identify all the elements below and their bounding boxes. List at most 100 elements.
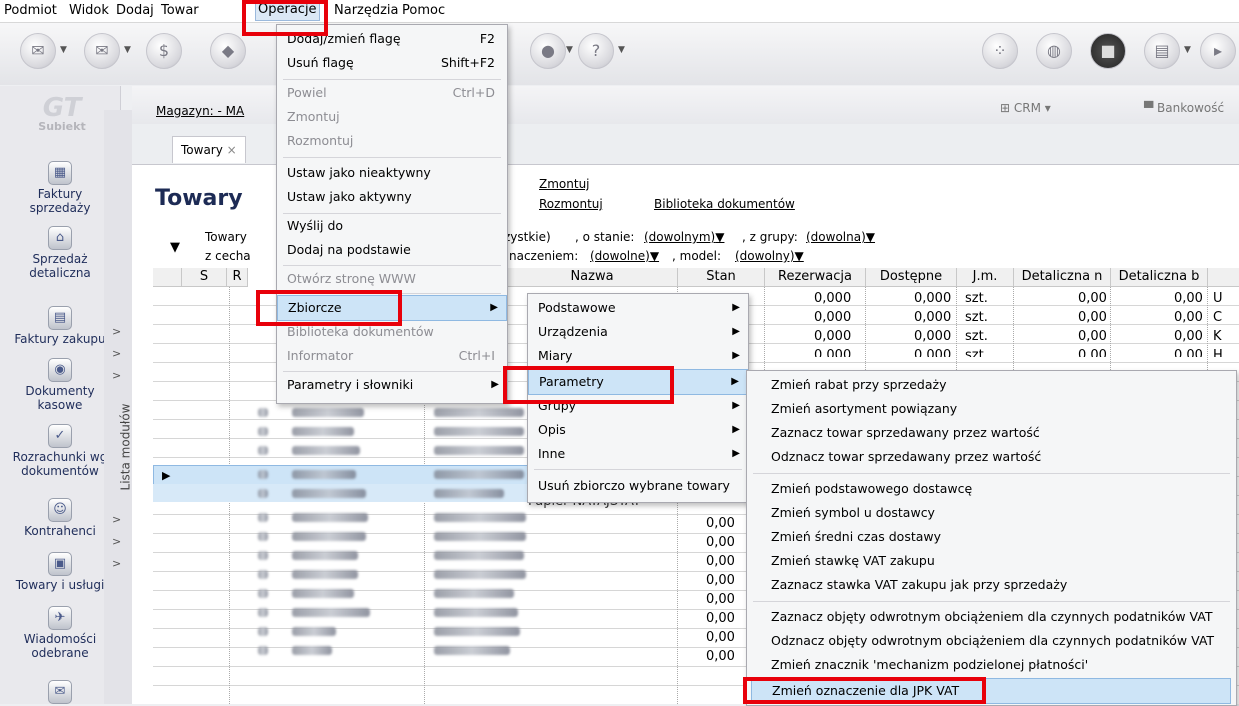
filter-grupa-value[interactable]: (dowolna)▼	[806, 230, 875, 244]
menu-operacje[interactable]: Operacje	[255, 1, 320, 21]
menu-item-zmontuj[interactable]: Zmontuj	[277, 105, 507, 129]
filter-model-value[interactable]: (dowolny)▼	[735, 249, 804, 263]
menu-item-zmien-dostawce[interactable]: Zmień podstawowego dostawcę	[747, 477, 1236, 501]
close-tab-icon[interactable]: ×	[227, 143, 237, 157]
menu-pomoc[interactable]: Pomoc	[402, 3, 445, 18]
filter-all-value[interactable]: zystkie)	[504, 230, 551, 244]
menu-item-usun-flage[interactable]: Usuń flagę Shift+F2	[277, 51, 507, 75]
menu-item-zaznacz-vat-zakupu[interactable]: Zaznacz stawka VAT zakupu jak przy sprze…	[747, 573, 1236, 597]
table-row[interactable]: 0,000 0,000 szt. 0,00 0,00 C	[760, 309, 1239, 326]
box-icon[interactable]: ■	[1090, 33, 1126, 69]
menu-item-grupy[interactable]: Grupy ▶	[528, 394, 748, 418]
menu-item-zbiorcze[interactable]: Zbiorcze ▶	[277, 295, 507, 321]
menu-item-zaznacz-wartosc[interactable]: Zaznacz towar sprzedawany przez wartość	[747, 421, 1236, 445]
col-r[interactable]: R	[227, 268, 248, 287]
nav-faktury-zakupu[interactable]: ▤ Faktury zakupu	[0, 306, 120, 346]
filter-stan-value[interactable]: (dowolnym)▼	[644, 230, 724, 244]
zmontuj-link[interactable]: Zmontuj	[539, 177, 590, 191]
nav-towary-i-uslugi[interactable]: ▣ Towary i usługi	[0, 552, 120, 592]
table-row[interactable]	[230, 547, 530, 564]
nav-kontrahenci[interactable]: ☺ Kontrahenci	[0, 498, 120, 538]
menu-item-dodaj-flage[interactable]: Dodaj/zmień flagę F2	[277, 27, 507, 51]
table-row[interactable]	[230, 404, 530, 421]
menu-item-odznacz-wartosc[interactable]: Odznacz towar sprzedawany przez wartość	[747, 445, 1236, 469]
help-icon[interactable]: ?	[578, 33, 614, 69]
table-row[interactable]	[230, 485, 530, 502]
menu-podmiot[interactable]: Podmiot	[4, 3, 57, 18]
col-detaliczna-n[interactable]: Detaliczna n	[1014, 268, 1111, 287]
more-icon[interactable]: ▸	[1200, 33, 1236, 69]
menu-towar[interactable]: Towar	[161, 3, 199, 18]
menu-item-zaznacz-odwrotne[interactable]: Zaznacz objęty odwrotnym obciążeniem dla…	[747, 605, 1236, 629]
menu-item-parametry[interactable]: Parametry ▶	[528, 369, 748, 395]
table-row[interactable]: 0.000 0.000 szt. 0.00 0.00 H	[760, 347, 1239, 357]
menu-item-zmien-vat-zakupu[interactable]: Zmień stawkę VAT zakupu	[747, 549, 1236, 573]
menu-item-zmien-mpp[interactable]: Zmień znacznik 'mechanizm podzielonej pł…	[747, 653, 1236, 677]
menu-item-usun-zbiorczo[interactable]: Usuń zbiorczo wybrane towary	[528, 474, 748, 498]
menu-item-opis[interactable]: Opis ▶	[528, 418, 748, 442]
table-row[interactable]	[230, 423, 530, 440]
rozmontuj-link[interactable]: Rozmontuj	[539, 197, 603, 211]
table-row[interactable]	[230, 623, 530, 640]
warehouse-link[interactable]: Magazyn: - MA	[156, 104, 244, 118]
table-row[interactable]	[230, 442, 530, 459]
table-row[interactable]: 0,000 0,000 szt. 0,00 0,00 K	[760, 328, 1239, 345]
menu-narzedzia[interactable]: Narzędzia	[334, 3, 399, 18]
table-row[interactable]	[230, 585, 530, 602]
tag-icon[interactable]: ◆	[210, 33, 246, 69]
menu-item-zmien-rabat[interactable]: Zmień rabat przy sprzedaży	[747, 373, 1236, 397]
nav-faktury-sprzedazy[interactable]: ▦ Faktury sprzedaży	[0, 161, 120, 215]
menu-item-zmien-czas-dostawy[interactable]: Zmień średni czas dostawy	[747, 525, 1236, 549]
menu-item-urzadzenia[interactable]: Urządzenia ▶	[528, 320, 748, 344]
menu-item-podstawowe[interactable]: Podstawowe ▶	[528, 296, 748, 320]
table-row[interactable]	[230, 528, 530, 545]
table-row[interactable]	[230, 466, 530, 483]
col-extra[interactable]	[1208, 268, 1239, 287]
printer-icon[interactable]: ▤	[1144, 33, 1180, 69]
bank-button[interactable]: ▀ Bankowość	[1144, 101, 1224, 115]
menu-item-zmien-symbol[interactable]: Zmień symbol u dostawcy	[747, 501, 1236, 525]
menu-item-aktywny[interactable]: Ustaw jako aktywny	[277, 185, 507, 209]
tab-towary[interactable]: Towary ×	[172, 136, 246, 163]
col-rezerwacja[interactable]: Rezerwacja	[765, 268, 866, 287]
menu-item-dodaj-na-podstawie[interactable]: Dodaj na podstawie	[277, 238, 507, 262]
nav-sprzedaz-detaliczna[interactable]: ⌂ Sprzedaż detaliczna	[0, 226, 120, 280]
table-row[interactable]	[230, 509, 530, 526]
table-row[interactable]: 0,000 0,000 szt. 0,00 0,00 U	[760, 290, 1239, 307]
menu-item-powiel[interactable]: Powiel Ctrl+D	[277, 81, 507, 105]
menu-item-rozmontuj[interactable]: Rozmontuj	[277, 129, 507, 153]
col-indicator[interactable]	[153, 268, 182, 287]
nav-dokumenty-kasowe[interactable]: ◉ Dokumenty kasowe	[0, 358, 120, 412]
menu-item-parametry-slowniki[interactable]: Parametry i słowniki ▶	[277, 373, 507, 397]
mail-icon[interactable]: ✉	[84, 33, 120, 69]
menu-widok[interactable]: Widok	[69, 3, 109, 18]
nav-rozrachunki[interactable]: ✓ Rozrachunki wg dokumentów	[0, 424, 120, 478]
menu-item-miary[interactable]: Miary ▶	[528, 344, 748, 368]
send-icon[interactable]: ✉	[20, 33, 56, 69]
globe-icon[interactable]: ◍	[1036, 33, 1072, 69]
nav-sms[interactable]: ✉	[0, 680, 120, 706]
menu-item-otworz-www[interactable]: Otwórz stronę WWW	[277, 267, 507, 291]
menu-item-wyslij-do[interactable]: Wyślij do	[277, 214, 507, 238]
menu-item-nieaktywny[interactable]: Ustaw jako nieaktywny	[277, 161, 507, 185]
menu-item-odznacz-odwrotne[interactable]: Odznacz objęty odwrotnym obciążeniem dla…	[747, 629, 1236, 653]
location-icon[interactable]: ●	[530, 33, 566, 69]
menu-item-informator[interactable]: Informator Ctrl+I	[277, 344, 507, 368]
col-s[interactable]: S	[182, 268, 227, 287]
money-icon[interactable]: $	[146, 33, 182, 69]
table-row[interactable]	[230, 604, 530, 621]
loading-icon[interactable]: ⁘	[982, 33, 1018, 69]
menu-item-zmien-jpk-vat[interactable]: Zmień oznaczenie dla JPK VAT	[751, 678, 1231, 704]
col-dostepne[interactable]: Dostępne	[866, 268, 957, 287]
menu-item-inne[interactable]: Inne ▶	[528, 442, 748, 466]
menu-dodaj[interactable]: Dodaj	[116, 3, 154, 18]
biblioteka-link[interactable]: Biblioteka dokumentów	[654, 197, 795, 211]
nav-wiadomosci[interactable]: ✈ Wiadomości odebrane	[0, 606, 120, 660]
collapse-filter-icon[interactable]: ▼	[170, 240, 180, 255]
menu-item-zmien-asortyment[interactable]: Zmień asortyment powiązany	[747, 397, 1236, 421]
module-list-panel[interactable]: > > > Lista modułów > > >	[104, 110, 133, 704]
menu-item-biblioteka[interactable]: Biblioteka dokumentów	[277, 320, 507, 344]
table-row[interactable]	[230, 566, 530, 583]
col-stan[interactable]: Stan	[678, 268, 765, 287]
filter-ozn-value[interactable]: (dowolne)▼	[590, 249, 659, 263]
